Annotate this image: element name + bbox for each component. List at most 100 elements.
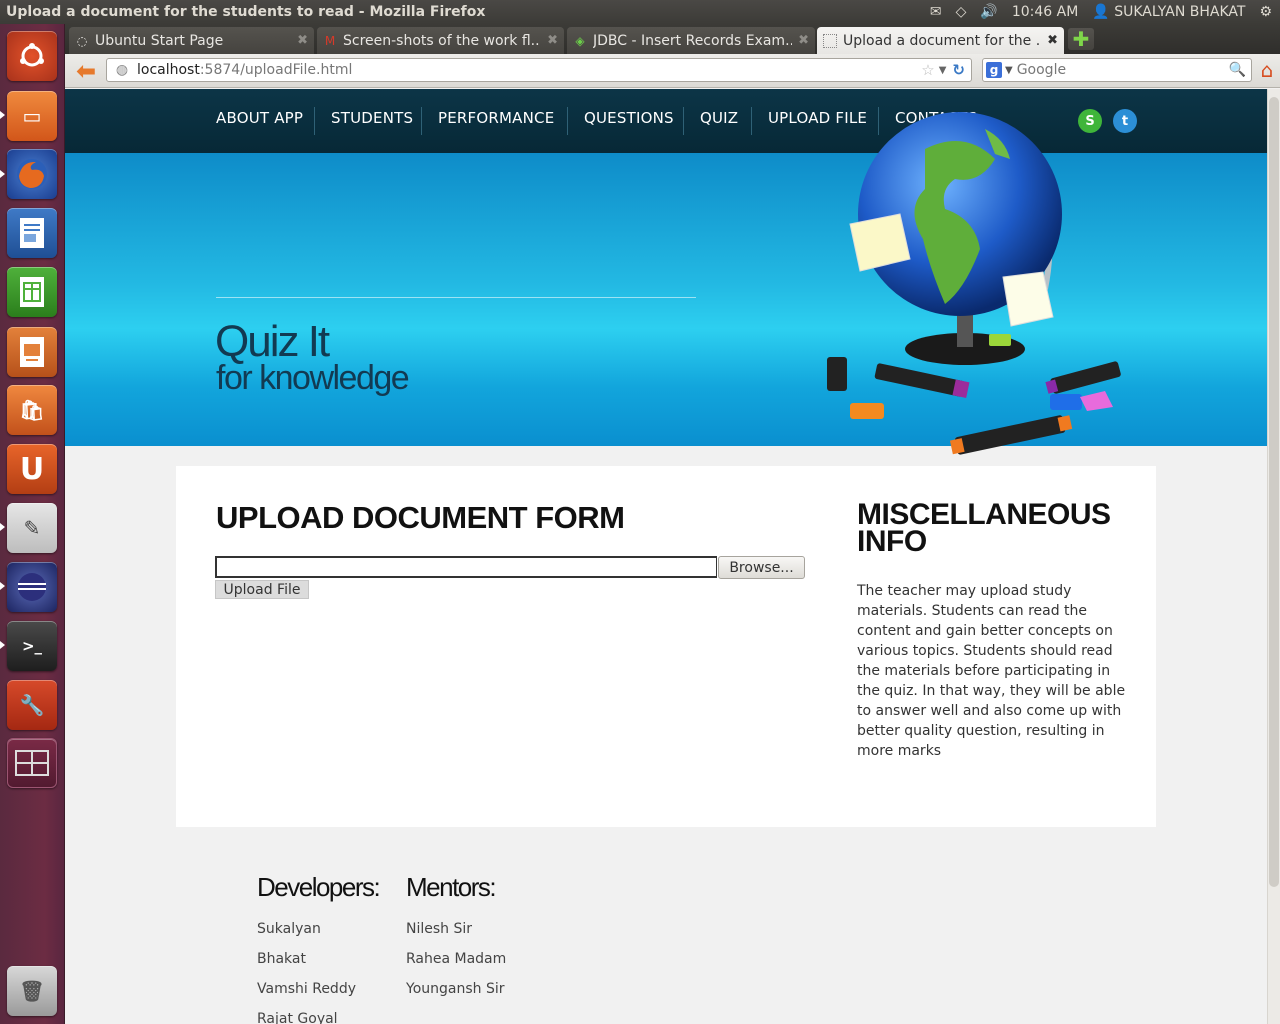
bookmark-star-icon[interactable]: ☆ xyxy=(921,61,934,79)
file-path-input[interactable] xyxy=(215,556,717,578)
home-icon: ⌂ xyxy=(1260,58,1274,82)
user-name: SUKALYAN BHAKAT xyxy=(1114,4,1246,20)
plus-icon: ✚ xyxy=(1072,27,1090,51)
impress-launcher[interactable] xyxy=(7,327,57,377)
nav-quiz[interactable]: QUIZ xyxy=(700,109,738,127)
close-icon[interactable]: ✖ xyxy=(297,33,308,48)
gmail-icon: M xyxy=(324,33,336,48)
chevron-down-icon[interactable]: ▼ xyxy=(1005,65,1013,76)
upload-file-button[interactable]: Upload File xyxy=(215,580,309,599)
search-icon[interactable]: 🔍 xyxy=(1229,62,1246,78)
developers-heading: Developers: xyxy=(257,872,381,902)
launcher: ▭ 🛍 U ✎ >_ 🔧 🗑 xyxy=(0,24,65,1024)
tab-label: Ubuntu Start Page xyxy=(95,32,224,49)
tab-label: Screen-shots of the work fl... xyxy=(343,32,542,49)
workspaces-icon xyxy=(15,750,49,776)
mentor-name: Youngansh Sir xyxy=(406,981,505,997)
home-button[interactable]: ⌂ xyxy=(1255,57,1279,83)
new-tab-button[interactable]: ✚ xyxy=(1068,27,1094,51)
back-arrow-icon: ⬅ xyxy=(75,57,97,85)
form-title: UPLOAD DOCUMENT FORM xyxy=(216,500,625,535)
mentor-name: Nilesh Sir xyxy=(406,921,473,937)
top-panel: Upload a document for the students to re… xyxy=(0,0,1280,24)
browse-button[interactable]: Browse... xyxy=(718,556,805,579)
pencil-icon: ✎ xyxy=(23,516,41,540)
globe-icon: ◍ xyxy=(115,62,129,78)
mentors-heading: Mentors: xyxy=(406,872,497,902)
developer-name: Rajat Goyal xyxy=(257,1011,338,1024)
mail-icon[interactable]: ✉ xyxy=(930,5,942,19)
vertical-scrollbar[interactable] xyxy=(1267,89,1280,1024)
search-bar[interactable]: g ▼ Google 🔍 xyxy=(982,58,1252,82)
ubuntu-one-icon: U xyxy=(19,451,45,487)
nav-students[interactable]: STUDENTS xyxy=(331,109,413,127)
close-icon[interactable]: ✖ xyxy=(1047,33,1058,48)
nav-separator xyxy=(567,107,568,135)
tab-screenshots[interactable]: M Screen-shots of the work fl... ✖ xyxy=(317,27,564,54)
hero-subtitle: for knowledge xyxy=(216,359,410,397)
trash-launcher[interactable]: 🗑 xyxy=(7,966,57,1016)
developer-name: Bhakat xyxy=(257,951,306,967)
ubuntu-one-launcher[interactable]: U xyxy=(7,444,57,494)
folder-icon: ▭ xyxy=(22,104,42,128)
nav-questions[interactable]: QUESTIONS xyxy=(584,109,674,127)
gear-icon[interactable]: ⚙ xyxy=(1259,5,1272,19)
chevron-down-icon[interactable]: ▼ xyxy=(939,65,947,76)
terminal-icon: >_ xyxy=(21,637,43,655)
files-launcher[interactable]: ▭ xyxy=(7,91,57,141)
web-viewport: ABOUT APP STUDENTS PERFORMANCE QUESTIONS… xyxy=(65,89,1267,1024)
tab-bar: ◌ Ubuntu Start Page ✖ M Screen-shots of … xyxy=(65,24,1280,54)
running-indicator xyxy=(0,170,5,178)
user-icon: 👤 xyxy=(1092,4,1110,20)
developer-name: Vamshi Reddy xyxy=(257,981,356,997)
firefox-launcher[interactable] xyxy=(7,149,57,199)
tab-upload-document[interactable]: Upload a document for the ... ✖ xyxy=(817,27,1064,54)
nav-performance[interactable]: PERFORMANCE xyxy=(438,109,554,127)
eclipse-icon xyxy=(18,573,46,601)
address-bar[interactable]: ◍ localhost:5874/uploadFile.html ☆ ▼ ↻ xyxy=(106,58,972,82)
network-icon[interactable]: ◇ xyxy=(956,5,967,19)
tab-jdbc[interactable]: ◈ JDBC - Insert Records Exam... ✖ xyxy=(567,27,815,54)
volume-icon[interactable]: 🔊 xyxy=(980,5,997,19)
nav-separator xyxy=(421,107,422,135)
running-indicator xyxy=(0,582,5,590)
tab-ubuntu-start[interactable]: ◌ Ubuntu Start Page ✖ xyxy=(69,27,314,54)
firefox-icon xyxy=(17,159,47,189)
software-center-launcher[interactable]: 🛍 xyxy=(7,385,57,435)
system-tray: ✉ ◇ 🔊 10:46 AM 👤 SUKALYAN BHAKAT ⚙ xyxy=(930,4,1280,20)
scrollbar-thumb[interactable] xyxy=(1269,97,1279,887)
presentation-icon xyxy=(20,337,44,367)
writer-launcher[interactable] xyxy=(7,208,57,258)
back-button[interactable]: ⬅ xyxy=(71,58,101,84)
misc-info-title: MISCELLANEOUS INFO xyxy=(857,498,1111,558)
clock[interactable]: 10:46 AM xyxy=(1012,4,1078,20)
diamond-icon: ◈ xyxy=(575,33,585,48)
workspace-switcher[interactable] xyxy=(7,738,57,788)
system-settings-launcher[interactable]: 🔧 xyxy=(7,680,57,730)
running-indicator xyxy=(0,641,5,649)
tab-label: JDBC - Insert Records Exam... xyxy=(593,32,793,49)
nav-separator xyxy=(751,107,752,135)
close-icon[interactable]: ✖ xyxy=(547,33,558,48)
nav-separator xyxy=(314,107,315,135)
shopping-bag-icon: 🛍 xyxy=(19,398,45,422)
google-icon[interactable]: g xyxy=(986,62,1002,78)
developer-name: Sukalyan xyxy=(257,921,321,937)
calc-launcher[interactable] xyxy=(7,267,57,317)
mentor-name: Rahea Madam xyxy=(406,951,507,967)
text-editor-launcher[interactable]: ✎ xyxy=(7,503,57,553)
navigation-toolbar: ⬅ ◍ localhost:5874/uploadFile.html ☆ ▼ ↻… xyxy=(65,54,1280,88)
url-path: :5874/uploadFile.html xyxy=(199,62,353,78)
dash-button[interactable] xyxy=(7,31,57,81)
hero-divider xyxy=(216,297,696,298)
ubuntu-logo-icon xyxy=(20,43,44,67)
user-menu[interactable]: 👤 SUKALYAN BHAKAT xyxy=(1092,4,1245,20)
terminal-launcher[interactable]: >_ xyxy=(7,621,57,671)
window-title: Upload a document for the students to re… xyxy=(6,4,486,20)
eclipse-launcher[interactable] xyxy=(7,562,57,612)
ubuntu-icon: ◌ xyxy=(76,33,88,48)
nav-about-app[interactable]: ABOUT APP xyxy=(216,109,303,127)
close-icon[interactable]: ✖ xyxy=(798,33,809,48)
reload-icon[interactable]: ↻ xyxy=(952,61,965,79)
document-icon xyxy=(20,218,44,248)
